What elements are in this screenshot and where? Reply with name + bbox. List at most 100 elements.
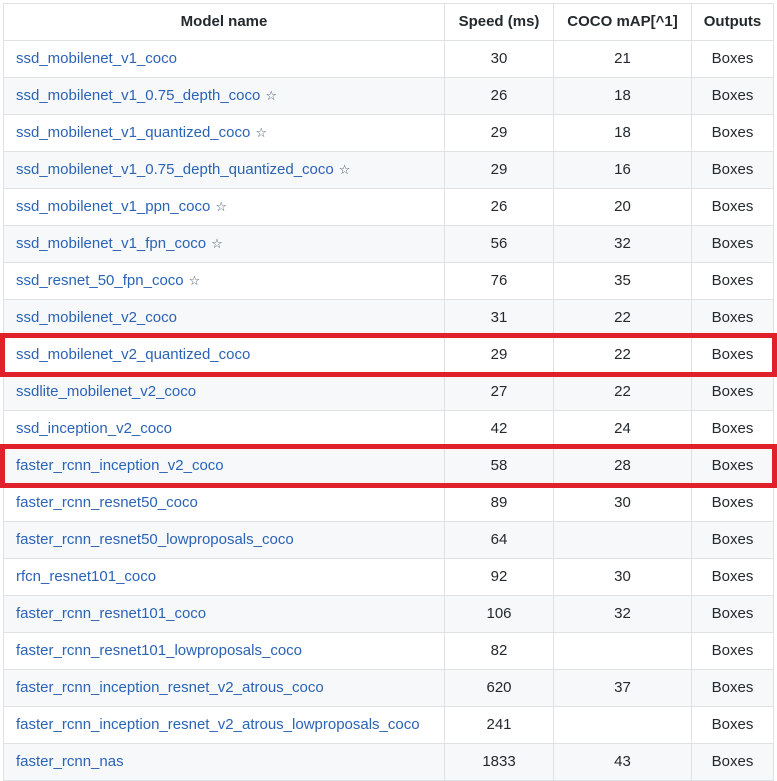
table-row: ssd_mobilenet_v1_0.75_depth_coco ☆ 26 18 Box… (3, 77, 774, 115)
coco-map-cell: 21 (553, 40, 692, 78)
model-zoo-table-container: Model name Speed (ms) COCO mAP[^1] Outpu… (3, 3, 774, 781)
model-link[interactable]: ssd_mobilenet_v2_quantized_coco (16, 346, 250, 363)
table-row: ssd_mobilenet_v1_quantized_coco ☆ 29 18 Boxe… (3, 114, 774, 152)
speed-cell: 241 (444, 706, 554, 744)
model-link[interactable]: ssd_mobilenet_v1_quantized_coco (16, 124, 250, 141)
model-name-cell: ssd_mobilenet_v1_coco (3, 40, 445, 78)
table-row: faster_rcnn_resnet101_lowproposals_coco 8… (3, 632, 774, 670)
model-name-cell: ssd_inception_v2_coco (3, 410, 445, 448)
model-link[interactable]: rfcn_resnet101_coco (16, 568, 156, 585)
speed-cell: 92 (444, 558, 554, 596)
table-row: rfcn_resnet101_coco 92 30 Boxes (3, 558, 774, 596)
coco-map-cell (553, 706, 692, 744)
speed-cell: 26 (444, 77, 554, 115)
model-link[interactable]: ssd_inception_v2_coco (16, 420, 172, 437)
model-link[interactable]: faster_rcnn_inception_resnet_v2_atrous_c… (16, 679, 324, 696)
speed-cell: 29 (444, 336, 554, 374)
coco-map-cell: 43 (553, 743, 692, 781)
table-row: ssd_mobilenet_v1_fpn_coco ☆ 56 32 Boxes (3, 225, 774, 263)
outputs-cell: Boxes (691, 410, 774, 448)
coco-map-cell (553, 521, 692, 559)
speed-cell: 58 (444, 447, 554, 485)
coco-map-cell: 24 (553, 410, 692, 448)
speed-cell: 106 (444, 595, 554, 633)
table-row: ssd_mobilenet_v1_0.75_depth_quantized_co… (3, 151, 774, 189)
model-link[interactable]: ssd_resnet_50_fpn_coco (16, 272, 184, 289)
model-link[interactable]: ssd_mobilenet_v1_0.75_depth_quantized_co… (16, 161, 334, 178)
outputs-cell: Boxes (691, 373, 774, 411)
table-row: ssd_mobilenet_v2_coco 31 22 Boxes (3, 299, 774, 337)
table-row: ssd_mobilenet_v2_quantized_coco 29 22 Boxes (3, 336, 774, 374)
model-link[interactable]: faster_rcnn_resnet101_coco (16, 605, 206, 622)
outputs-cell: Boxes (691, 447, 774, 485)
outputs-cell: Boxes (691, 558, 774, 596)
header-model-name: Model name (3, 3, 445, 41)
model-name-cell: rfcn_resnet101_coco (3, 558, 445, 596)
table-row: ssd_resnet_50_fpn_coco ☆ 76 35 Boxes (3, 262, 774, 300)
model-link[interactable]: ssd_mobilenet_v1_coco (16, 50, 177, 67)
model-name-cell: ssd_resnet_50_fpn_coco ☆ (3, 262, 445, 300)
model-name-cell: faster_rcnn_resnet50_coco (3, 484, 445, 522)
model-name-cell: ssd_mobilenet_v1_ppn_coco ☆ (3, 188, 445, 226)
table-row: ssd_inception_v2_coco 42 24 Boxes (3, 410, 774, 448)
model-link[interactable]: faster_rcnn_resnet50_coco (16, 494, 198, 511)
model-link[interactable]: faster_rcnn_inception_v2_coco (16, 457, 224, 474)
coco-map-cell: 20 (553, 188, 692, 226)
model-link[interactable]: faster_rcnn_inception_resnet_v2_atrous_l… (16, 716, 420, 733)
speed-cell: 64 (444, 521, 554, 559)
model-link[interactable]: ssd_mobilenet_v2_coco (16, 309, 177, 326)
speed-cell: 31 (444, 299, 554, 337)
model-name-cell: ssd_mobilenet_v1_0.75_depth_coco ☆ (3, 77, 445, 115)
model-link[interactable]: faster_rcnn_resnet101_lowproposals_coco (16, 642, 302, 659)
model-link[interactable]: ssdlite_mobilenet_v2_coco (16, 383, 196, 400)
outputs-cell: Boxes (691, 669, 774, 707)
outputs-cell: Boxes (691, 262, 774, 300)
outputs-cell: Boxes (691, 77, 774, 115)
star-icon: ☆ (255, 125, 267, 141)
speed-cell: 42 (444, 410, 554, 448)
header-coco-map: COCO mAP[^1] (553, 3, 692, 41)
model-link[interactable]: faster_rcnn_nas (16, 753, 124, 770)
coco-map-cell: 22 (553, 299, 692, 337)
table-body: ssd_mobilenet_v1_coco 30 21 Boxes ssd_mobile… (3, 40, 774, 781)
model-link[interactable]: ssd_mobilenet_v1_ppn_coco (16, 198, 210, 215)
coco-map-cell: 22 (553, 336, 692, 374)
outputs-cell: Boxes (691, 151, 774, 189)
table-row: ssd_mobilenet_v1_ppn_coco ☆ 26 20 Boxes (3, 188, 774, 226)
speed-cell: 56 (444, 225, 554, 263)
coco-map-cell: 37 (553, 669, 692, 707)
outputs-cell: Boxes (691, 225, 774, 263)
table-header: Model name Speed (ms) COCO mAP[^1] Outpu… (3, 3, 774, 41)
star-icon: ☆ (211, 236, 223, 252)
model-link[interactable]: ssd_mobilenet_v1_0.75_depth_coco (16, 87, 260, 104)
coco-map-cell: 22 (553, 373, 692, 411)
coco-map-cell: 16 (553, 151, 692, 189)
coco-map-cell: 18 (553, 114, 692, 152)
table-row: ssdlite_mobilenet_v2_coco 27 22 Boxes (3, 373, 774, 411)
model-link[interactable]: faster_rcnn_resnet50_lowproposals_coco (16, 531, 294, 548)
outputs-cell: Boxes (691, 299, 774, 337)
model-name-cell: ssd_mobilenet_v2_quantized_coco (3, 336, 445, 374)
model-name-cell: faster_rcnn_inception_resnet_v2_atrous_c… (3, 669, 445, 707)
coco-map-cell (553, 632, 692, 670)
model-name-cell: faster_rcnn_inception_resnet_v2_atrous_l… (3, 706, 445, 744)
table-row: faster_rcnn_inception_v2_coco 58 28 Boxes (3, 447, 774, 485)
outputs-cell: Boxes (691, 188, 774, 226)
outputs-cell: Boxes (691, 632, 774, 670)
outputs-cell: Boxes (691, 484, 774, 522)
outputs-cell: Boxes (691, 336, 774, 374)
coco-map-cell: 30 (553, 484, 692, 522)
outputs-cell: Boxes (691, 521, 774, 559)
coco-map-cell: 32 (553, 595, 692, 633)
model-name-cell: faster_rcnn_resnet50_lowproposals_coco (3, 521, 445, 559)
model-name-cell: ssdlite_mobilenet_v2_coco (3, 373, 445, 411)
outputs-cell: Boxes (691, 706, 774, 744)
star-icon: ☆ (338, 162, 351, 178)
header-row: Model name Speed (ms) COCO mAP[^1] Outpu… (3, 3, 774, 41)
star-icon: ☆ (215, 199, 227, 215)
table-row: faster_rcnn_resnet50_lowproposals_coco 64… (3, 521, 774, 559)
model-zoo-table: Model name Speed (ms) COCO mAP[^1] Outpu… (3, 3, 774, 781)
star-icon: ☆ (188, 273, 201, 289)
model-link[interactable]: ssd_mobilenet_v1_fpn_coco (16, 235, 206, 252)
speed-cell: 89 (444, 484, 554, 522)
